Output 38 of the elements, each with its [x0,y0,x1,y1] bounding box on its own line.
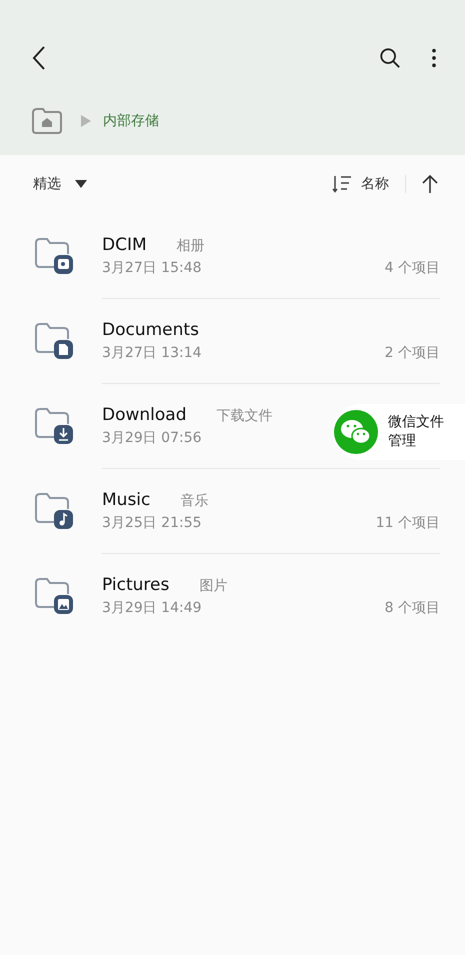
folder-name: Documents [102,320,199,340]
folder-picture-icon [34,576,74,614]
folder-camera-icon [34,236,74,274]
folder-name: Download [102,405,187,425]
item-count: 2 个项目 [384,344,440,362]
filter-dropdown[interactable]: 精选 [33,175,87,193]
item-count: 11 个项目 [376,514,440,532]
sort-ascending-icon[interactable] [422,174,438,194]
caret-icon [75,180,87,188]
folder-alias: 相册 [176,236,205,254]
back-icon[interactable] [31,45,47,71]
folder-name: Pictures [102,575,170,595]
chevron-icon [81,115,91,127]
breadcrumb-item[interactable]: 内部存储 [103,112,159,130]
folder-name: DCIM [102,234,147,254]
search-icon[interactable] [379,47,401,69]
folder-document-icon [34,322,74,360]
modified-date: 3月25日 21:55 [102,514,202,532]
sort-button[interactable]: 名称 [332,175,389,193]
chat-bubbles-icon [334,410,378,454]
modified-date: 3月27日 15:48 [102,258,202,276]
modified-date: 3月29日 14:49 [102,599,202,617]
folder-music-icon [34,492,74,530]
folder-download-icon [34,406,74,444]
item-count: 4 个项目 [384,258,440,276]
shortcut-label: 管理 [388,432,417,451]
more-options-icon[interactable] [431,47,437,69]
folder-alias: 图片 [199,577,228,595]
folder-name: Music [102,490,150,510]
modified-date: 3月27日 13:14 [102,344,202,362]
home-folder-icon[interactable] [31,107,63,135]
item-count: 8 个项目 [384,599,440,617]
wechat-shortcut[interactable]: 微信文件 管理 [333,404,465,460]
folder-alias: 音乐 [180,492,208,510]
modified-date: 3月29日 07:56 [102,429,202,447]
sort-icon [332,175,352,193]
shortcut-label: 微信文件 [388,413,444,432]
folder-alias: 下载文件 [216,407,273,425]
